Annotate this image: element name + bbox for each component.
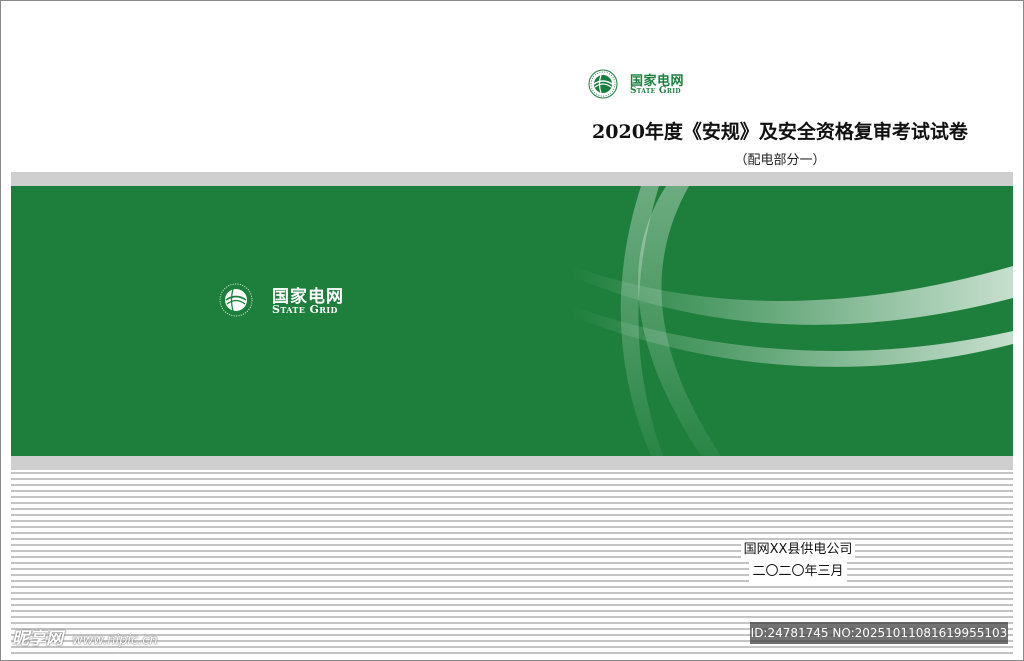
document-subtitle: （配电部分一） — [734, 153, 826, 168]
issuer-block: 国网XX县供电公司 二〇二〇年三月 — [708, 538, 888, 582]
watermark-brand-name: 昵享网 — [12, 629, 63, 649]
watermark-url: www.nipic.cn — [72, 633, 158, 648]
watermark-brand: 昵享网 www.nipic.cn — [12, 624, 158, 649]
gray-band-top — [11, 172, 1013, 186]
gray-band-bottom — [11, 456, 1013, 470]
green-band: 国家电网 State Grid — [11, 186, 1013, 456]
issuer-company: 国网XX县供电公司 — [740, 540, 856, 560]
document-title: 2020年度《安规》及安全资格复审考试试卷 — [592, 121, 968, 143]
header-logo-name-en: State Grid — [630, 86, 681, 96]
band-logo-name-en: State Grid — [272, 303, 338, 316]
state-grid-emblem-icon — [219, 283, 253, 317]
issuer-date: 二〇二〇年三月 — [749, 562, 847, 582]
watermark-id: ID:24781745 NO:20251011081619955103 — [750, 622, 1008, 644]
state-grid-emblem-icon — [588, 69, 618, 99]
swoosh-decoration — [571, 186, 1013, 456]
